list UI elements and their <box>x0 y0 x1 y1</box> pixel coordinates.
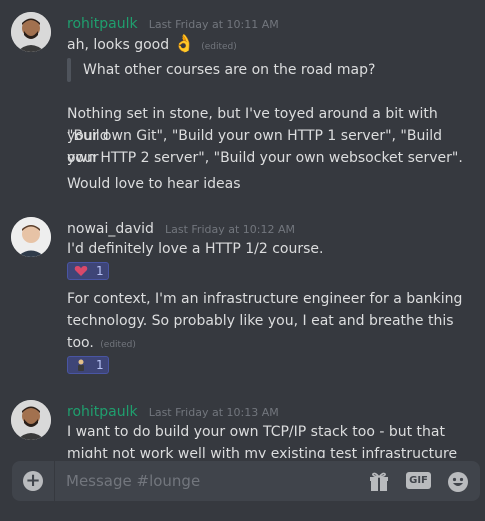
author-name[interactable]: rohitpaulk <box>67 16 138 32</box>
avatar[interactable] <box>11 217 51 257</box>
message-text: For context, I'm an infrastructure engin… <box>67 291 463 307</box>
avatar[interactable] <box>11 12 51 52</box>
message-text: own HTTP 2 server", "Build your own webs… <box>67 150 463 166</box>
gif-label: GIF <box>406 472 431 489</box>
edited-label: (edited) <box>201 42 237 52</box>
ok-hand-emoji-icon: 👌 <box>173 34 195 54</box>
gif-button[interactable]: GIF <box>406 472 431 489</box>
gift-icon[interactable] <box>368 471 390 497</box>
message-text: technology. So probably like you, I eat … <box>67 313 454 329</box>
author-name[interactable]: rohitpaulk <box>67 404 138 420</box>
reaction-button[interactable]: 1 <box>67 356 109 374</box>
message-header: rohitpaulk Last Friday at 10:11 AM <box>67 13 279 32</box>
timestamp[interactable]: Last Friday at 10:11 AM <box>149 18 279 31</box>
heart-eyes-emoji-icon <box>74 265 88 277</box>
avatar[interactable] <box>11 400 51 440</box>
add-attachment-icon[interactable]: + <box>23 471 43 491</box>
message-header: nowai_david Last Friday at 10:12 AM <box>67 218 295 237</box>
message-header: rohitpaulk Last Friday at 10:13 AM <box>67 401 279 420</box>
timestamp[interactable]: Last Friday at 10:12 AM <box>165 223 295 236</box>
timestamp[interactable]: Last Friday at 10:13 AM <box>149 406 279 419</box>
message-text: I want to do build your own TCP/IP stack… <box>67 424 445 440</box>
message-composer: + Message #lounge GIF <box>12 461 480 501</box>
quote-text: What other courses are on the road map? <box>83 62 376 78</box>
emoji-smile-icon[interactable] <box>447 471 469 497</box>
message-line: too. (edited) <box>67 332 467 356</box>
reaction-count: 1 <box>96 358 104 372</box>
message-line: ah, looks good 👌 (edited) <box>67 33 467 58</box>
reaction-button[interactable]: 1 <box>67 262 109 280</box>
edited-label: (edited) <box>100 340 136 350</box>
message-input[interactable]: Message #lounge <box>66 472 200 490</box>
message-text: Would love to hear ideas <box>67 176 241 192</box>
person-emoji-icon <box>74 359 88 371</box>
message-text: too. <box>67 335 94 351</box>
author-name[interactable]: nowai_david <box>67 221 154 237</box>
reaction-count: 1 <box>96 264 104 278</box>
divider <box>54 461 55 501</box>
message-text: I'd definitely love a HTTP 1/2 course. <box>67 241 324 257</box>
message-text: ah, looks good <box>67 37 170 53</box>
quote-bar <box>67 58 71 82</box>
